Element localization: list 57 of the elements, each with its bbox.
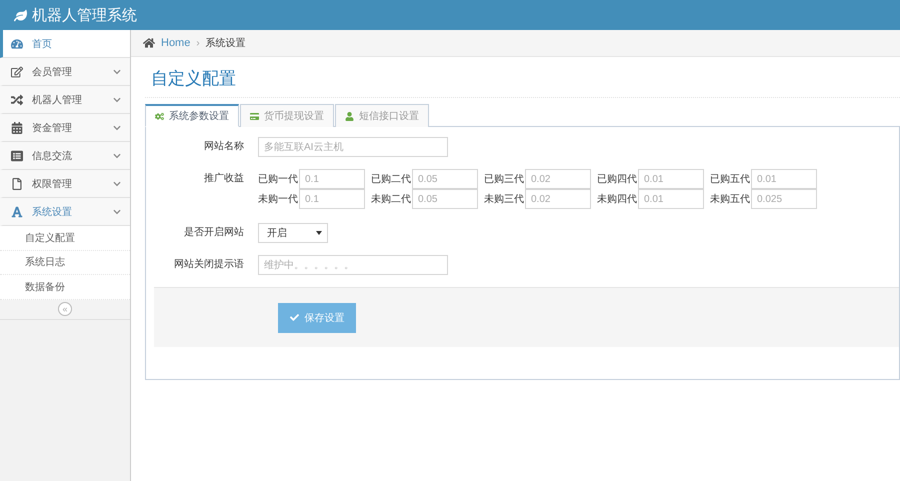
generation-label: 已购五代 — [710, 173, 751, 186]
reward-field[interactable]: 0.02 — [525, 189, 591, 209]
reward-field[interactable]: 0.01 — [751, 169, 817, 189]
home-icon — [143, 37, 155, 49]
reward-field[interactable]: 0.05 — [412, 189, 478, 209]
sidebar-item[interactable]: 机器人管理 — [0, 86, 130, 114]
text-icon — [11, 206, 23, 218]
app-title: 机器人管理系统 — [32, 6, 137, 24]
gears-icon — [155, 112, 164, 120]
user-icon — [345, 112, 354, 120]
shuffle-icon — [11, 94, 23, 106]
site-open-select[interactable]: 开启 — [258, 223, 328, 243]
breadcrumb-separator: › — [196, 38, 200, 48]
field-label: 是否开启网站 — [183, 226, 245, 240]
generation-label: 已购三代 — [484, 173, 525, 186]
field-label: 网站关闭提示语 — [173, 258, 245, 272]
edit-icon — [11, 66, 23, 78]
reward-field[interactable]: 0.02 — [525, 169, 591, 189]
generation-label: 未购四代 — [597, 192, 638, 206]
reward-field[interactable]: 0.025 — [751, 189, 817, 209]
sidebar-item[interactable]: 首页 — [0, 30, 130, 58]
generation-label: 已购一代 — [258, 173, 299, 186]
leaf-icon — [14, 8, 27, 22]
dashboard-icon — [11, 38, 23, 50]
breadcrumb-current: 系统设置 — [206, 36, 246, 50]
submenu-item[interactable]: 自定义配置 — [0, 226, 130, 250]
reward-field[interactable]: 0.01 — [638, 169, 704, 189]
tab[interactable]: 系统参数设置 — [145, 104, 239, 127]
sidebar-item[interactable]: 权限管理 — [0, 170, 130, 198]
generation-label: 未购一代 — [258, 192, 299, 206]
reward-field[interactable]: 0.1 — [299, 189, 365, 209]
check-icon — [290, 313, 298, 322]
file-icon — [11, 178, 23, 190]
close-message-field[interactable]: 维护中。。。。。。 — [258, 255, 448, 275]
sidebar-item[interactable]: 系统设置 — [0, 198, 130, 226]
site-name-field[interactable]: 多能互联AI云主机 — [258, 137, 448, 157]
sidebar-item[interactable]: 资金管理 — [0, 114, 130, 142]
generation-label: 已购四代 — [597, 173, 638, 186]
sidebar-item[interactable]: 信息交流 — [0, 142, 130, 170]
generation-label: 未购五代 — [710, 192, 751, 206]
home-link[interactable]: Home — [161, 37, 190, 49]
submenu-item[interactable]: 系统日志 — [0, 250, 130, 275]
calendar-icon — [11, 122, 23, 134]
reward-field[interactable]: 0.1 — [299, 169, 365, 189]
field-label: 网站名称 — [203, 140, 245, 154]
page-title: 自定义配置 — [151, 68, 237, 90]
field-label: 推广收益 — [203, 172, 245, 186]
card-icon — [250, 112, 259, 120]
submenu-item[interactable]: 数据备份 — [0, 275, 130, 300]
dropdown-caret-icon — [316, 231, 322, 235]
generation-label: 已购二代 — [371, 173, 412, 186]
generation-label: 未购二代 — [371, 192, 412, 206]
list-icon — [11, 150, 23, 162]
generation-label: 未购三代 — [484, 192, 525, 206]
reward-field[interactable]: 0.05 — [412, 169, 478, 189]
reward-field[interactable]: 0.01 — [638, 189, 704, 209]
sidebar-item[interactable]: 会员管理 — [0, 58, 130, 86]
